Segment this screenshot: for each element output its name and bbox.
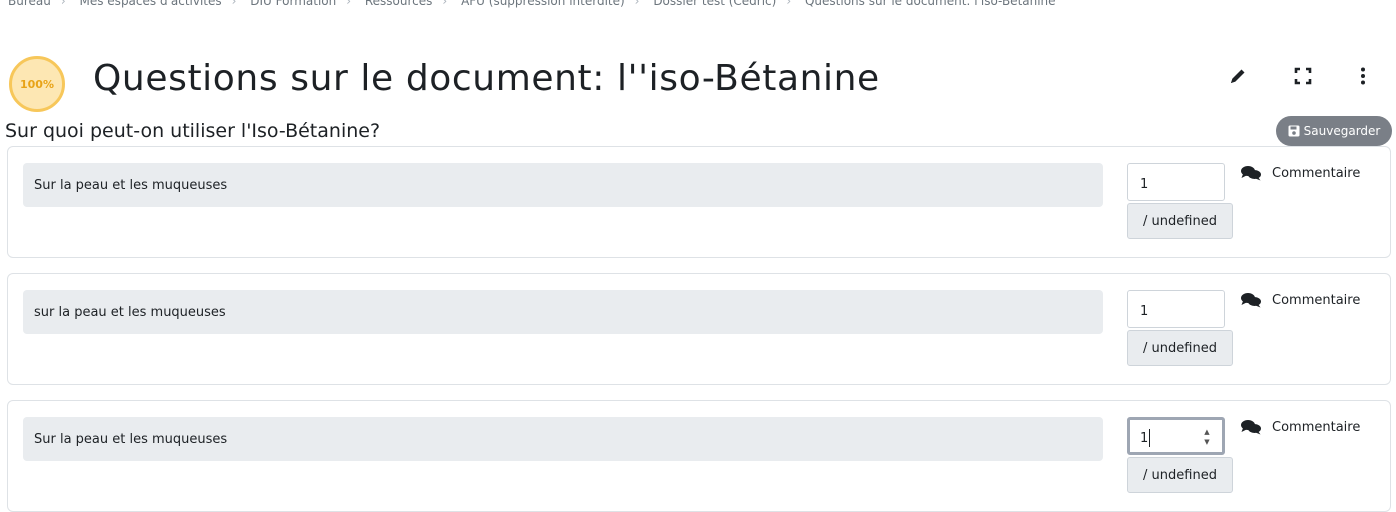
comment-label: Commentaire xyxy=(1272,419,1361,435)
answer-text: Sur la peau et les muqueuses xyxy=(23,417,1103,461)
comment-label: Commentaire xyxy=(1272,165,1361,181)
breadcrumb-item[interactable]: Bureau xyxy=(8,0,51,8)
comments-icon xyxy=(1241,166,1261,181)
breadcrumb-item[interactable]: AFU (suppression interdite) xyxy=(461,0,625,8)
answer-card: sur la peau et les muqueuses 1 / undefin… xyxy=(7,273,1391,385)
score-value: 1 xyxy=(1140,303,1149,319)
more-vertical-icon[interactable] xyxy=(1347,64,1379,88)
question-text: Sur quoi peut-on utiliser l'Iso-Bétanine… xyxy=(5,120,381,142)
score-input[interactable]: 1 ▲ ▼ xyxy=(1127,417,1225,455)
max-score-label: / undefined xyxy=(1127,330,1233,366)
comment-button[interactable]: Commentaire xyxy=(1240,292,1360,308)
comment-label: Commentaire xyxy=(1272,292,1361,308)
max-score-label: / undefined xyxy=(1127,203,1233,239)
spin-up-icon[interactable]: ▲ xyxy=(1204,428,1209,436)
breadcrumb-item-current: Questions sur le document: l'iso-Bétanin… xyxy=(804,0,1056,8)
answer-text: sur la peau et les muqueuses xyxy=(23,290,1103,334)
score-input[interactable]: 1 xyxy=(1127,290,1225,328)
answer-card: Sur la peau et les muqueuses 1 ▲ ▼ / und… xyxy=(7,400,1391,512)
save-button[interactable]: Sauvegarder xyxy=(1276,116,1392,146)
breadcrumb-item[interactable]: Dossier test (Cédric) xyxy=(653,0,776,8)
fullscreen-icon[interactable] xyxy=(1287,64,1319,88)
text-caret xyxy=(1149,429,1151,447)
completion-badge: 100% xyxy=(9,56,65,112)
page-title: Questions sur le document: l''iso-Bétani… xyxy=(93,58,880,99)
breadcrumb-item[interactable]: Ressources xyxy=(365,0,433,8)
number-spinner[interactable]: ▲ ▼ xyxy=(1202,428,1212,446)
breadcrumb-item[interactable]: DIU Formation xyxy=(250,0,336,8)
pencil-icon[interactable] xyxy=(1222,64,1254,88)
answer-card: Sur la peau et les muqueuses 1 / undefin… xyxy=(7,146,1391,258)
score-input[interactable]: 1 xyxy=(1127,163,1225,201)
score-value: 1 xyxy=(1140,430,1149,446)
save-icon xyxy=(1288,125,1300,137)
answer-text: Sur la peau et les muqueuses xyxy=(23,163,1103,207)
comment-button[interactable]: Commentaire xyxy=(1240,165,1360,181)
save-button-label: Sauvegarder xyxy=(1303,124,1381,138)
comment-button[interactable]: Commentaire xyxy=(1240,419,1360,435)
breadcrumb: Bureau › Mes espaces d'activités › DIU For… xyxy=(8,0,1108,10)
comments-icon xyxy=(1241,420,1261,435)
score-value: 1 xyxy=(1140,176,1149,192)
breadcrumb-item[interactable]: Mes espaces d'activités xyxy=(80,0,222,8)
comments-icon xyxy=(1241,293,1261,308)
spin-down-icon[interactable]: ▼ xyxy=(1204,438,1209,446)
max-score-label: / undefined xyxy=(1127,457,1233,493)
